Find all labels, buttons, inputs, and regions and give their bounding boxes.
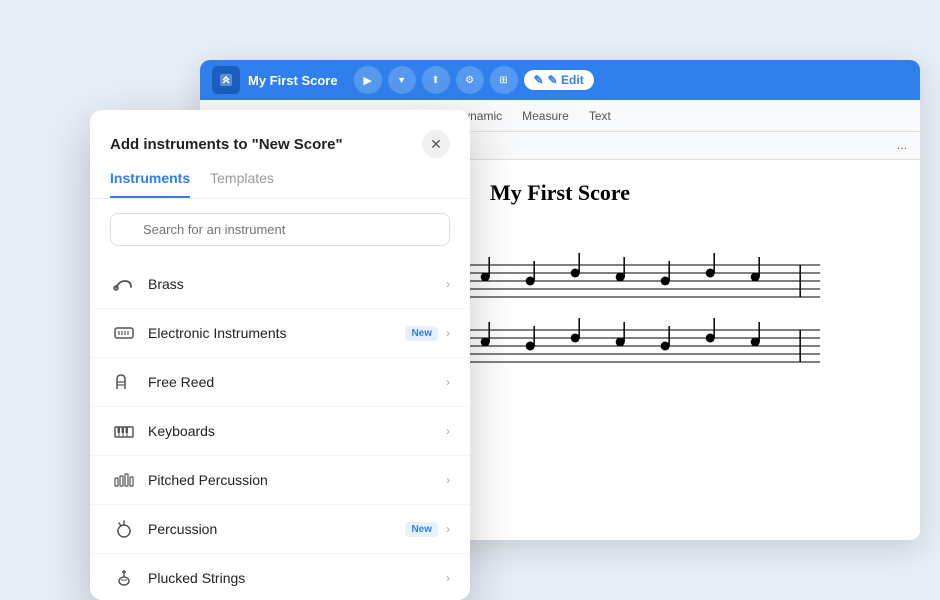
keyboards-label: Keyboards <box>148 423 446 439</box>
settings-button[interactable]: ⚙ <box>456 66 484 94</box>
percussion-label: Percussion <box>148 521 405 537</box>
list-item[interactable]: Electronic Instruments New › <box>90 309 470 358</box>
chevron-icon: › <box>446 277 450 291</box>
grid-button[interactable]: ⊞ <box>490 66 518 94</box>
instrument-list: Brass › Electronic Instruments New › <box>90 260 470 600</box>
new-badge: New <box>405 522 438 537</box>
chevron-icon: › <box>446 375 450 389</box>
list-item[interactable]: Plucked Strings › <box>90 554 470 600</box>
search-wrapper: 🔍 <box>110 213 450 246</box>
chevron-icon: › <box>446 571 450 585</box>
tab-measure[interactable]: Measure <box>512 100 579 131</box>
score-controls: ▶ ▼ ⬆ ⚙ ⊞ ✎ ✎ Edit <box>354 66 594 94</box>
electronic-label: Electronic Instruments <box>148 325 405 341</box>
chevron-icon: › <box>446 326 450 340</box>
share-button[interactable]: ⬆ <box>422 66 450 94</box>
edit-button[interactable]: ✎ ✎ Edit <box>524 70 594 90</box>
list-item[interactable]: Pitched Percussion › <box>90 456 470 505</box>
freereed-icon <box>110 368 138 396</box>
list-item[interactable]: Keyboards › <box>90 407 470 456</box>
play-button[interactable]: ▶ <box>354 66 382 94</box>
plucked-icon <box>110 564 138 592</box>
tab-text[interactable]: Text <box>579 100 621 131</box>
pitched-perc-label: Pitched Percussion <box>148 472 446 488</box>
pitched-perc-icon <box>110 466 138 494</box>
edit-label: ✎ Edit <box>548 73 584 87</box>
edit-icon: ✎ <box>534 73 544 87</box>
list-item[interactable]: Percussion New › <box>90 505 470 554</box>
dialog-header: Add instruments to "New Score" ✕ <box>90 110 470 158</box>
chevron-icon: › <box>446 424 450 438</box>
keyboards-icon <box>110 417 138 445</box>
close-button[interactable]: ✕ <box>422 130 450 158</box>
score-toolbar: My First Score ▶ ▼ ⬆ ⚙ ⊞ ✎ ✎ Edit <box>200 60 920 100</box>
list-item[interactable]: Brass › <box>90 260 470 309</box>
chevron-icon: › <box>446 522 450 536</box>
dialog-tabs: Instruments Templates <box>90 158 470 199</box>
search-area: 🔍 <box>90 199 470 260</box>
plucked-label: Plucked Strings <box>148 570 446 586</box>
brass-icon <box>110 270 138 298</box>
freereed-label: Free Reed <box>148 374 446 390</box>
extra-tools[interactable]: … <box>892 136 912 156</box>
dialog-title: Add instruments to "New Score" <box>110 136 343 153</box>
score-file-title: My First Score <box>248 73 338 88</box>
chevron-down-icon[interactable]: ▼ <box>388 66 416 94</box>
chevron-icon: › <box>446 473 450 487</box>
tab-instruments[interactable]: Instruments <box>110 170 190 198</box>
search-input[interactable] <box>110 213 450 246</box>
tab-templates[interactable]: Templates <box>210 170 274 198</box>
new-badge: New <box>405 326 438 341</box>
app-icon <box>212 66 240 94</box>
electronic-icon <box>110 319 138 347</box>
percussion-icon <box>110 515 138 543</box>
add-instruments-dialog: Add instruments to "New Score" ✕ Instrum… <box>90 110 470 600</box>
brass-label: Brass <box>148 276 446 292</box>
list-item[interactable]: Free Reed › <box>90 358 470 407</box>
